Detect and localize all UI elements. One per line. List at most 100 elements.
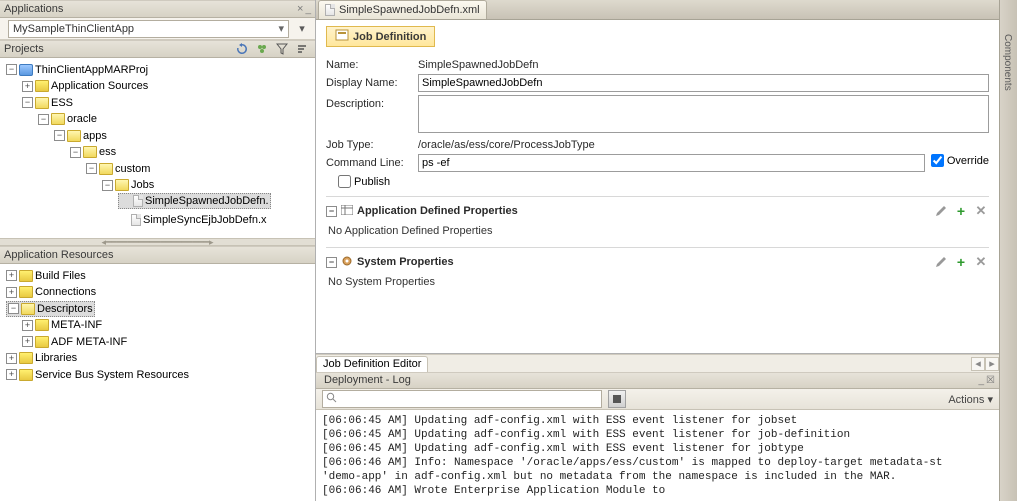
collapse-icon[interactable]: − <box>8 303 19 314</box>
description-label: Description: <box>326 95 418 110</box>
application-selector-value: MySampleThinClientApp <box>13 23 134 35</box>
app-sources-node[interactable]: + Application Sources <box>22 78 148 94</box>
jobs-node[interactable]: − Jobs <box>102 177 154 193</box>
projects-tree[interactable]: − ThinClientAppMARProj + Application Sou… <box>0 58 315 238</box>
leaf-icon <box>118 214 129 225</box>
file-simple-spawned[interactable]: SimpleSpawnedJobDefn. <box>118 193 271 209</box>
connections-node[interactable]: + Connections <box>6 284 96 300</box>
sys-props-heading: System Properties <box>357 256 454 268</box>
app-props-empty: No Application Defined Properties <box>326 219 989 239</box>
file1-label: SimpleSpawnedJobDefn. <box>145 193 269 209</box>
override-checkbox[interactable] <box>931 154 944 167</box>
sys-props-empty: No System Properties <box>326 270 989 290</box>
expand-icon[interactable]: + <box>6 353 17 364</box>
folder-icon <box>35 319 49 331</box>
expand-icon[interactable]: + <box>22 336 33 347</box>
add-button[interactable]: + <box>953 203 969 219</box>
applications-minimize-icon[interactable]: _ <box>305 4 311 15</box>
stop-button[interactable] <box>608 390 626 408</box>
libraries-node[interactable]: + Libraries <box>6 350 77 366</box>
leaf-icon <box>120 196 131 207</box>
bottom-tab-job-def[interactable]: Job Definition Editor <box>316 356 428 372</box>
collapse-icon[interactable]: − <box>326 257 337 268</box>
collapse-icon[interactable]: − <box>22 97 33 108</box>
folder-icon <box>99 163 113 175</box>
edit-button[interactable] <box>933 203 949 219</box>
applications-menu-icon[interactable]: × <box>295 3 305 15</box>
log-search-field[interactable] <box>337 393 598 405</box>
conn-label: Connections <box>35 284 96 300</box>
collapse-icon[interactable]: − <box>326 206 337 217</box>
build-files-node[interactable]: + Build Files <box>6 268 86 284</box>
jobs-label: Jobs <box>131 177 154 193</box>
custom-node[interactable]: − custom <box>86 161 150 177</box>
app-resources-tree[interactable]: + Build Files + Connections − Descriptor… <box>0 264 315 501</box>
application-selector[interactable]: MySampleThinClientApp ▾ <box>8 20 289 38</box>
log-close-icon[interactable]: ☒ <box>986 375 995 386</box>
ess-node[interactable]: − ESS <box>22 95 73 111</box>
app-dropdown-button[interactable]: ▾ <box>293 20 311 38</box>
expand-icon[interactable]: + <box>22 320 33 331</box>
apps-node[interactable]: − apps <box>54 128 107 144</box>
edit-button[interactable] <box>933 254 949 270</box>
delete-button[interactable]: ✕ <box>973 203 989 219</box>
chevron-down-icon: ▾ <box>278 22 284 35</box>
scroll-right-icon[interactable]: ▸ <box>985 357 999 371</box>
project-root-node[interactable]: − ThinClientAppMARProj <box>6 62 148 78</box>
log-minimize-icon[interactable]: _ <box>978 375 984 386</box>
expand-icon[interactable]: + <box>6 270 17 281</box>
expand-icon[interactable]: + <box>22 81 33 92</box>
add-button[interactable]: + <box>953 254 969 270</box>
collapse-icon[interactable]: − <box>102 180 113 191</box>
file-simple-sync[interactable]: SimpleSyncEjbJobDefn.x <box>118 212 267 228</box>
expand-icon[interactable]: + <box>6 287 17 298</box>
collapse-icon[interactable]: − <box>86 163 97 174</box>
ess2-label: ess <box>99 144 116 160</box>
collapse-icon[interactable]: − <box>70 147 81 158</box>
descriptors-node[interactable]: − Descriptors <box>6 301 95 317</box>
folder-icon <box>35 97 49 109</box>
collapse-icon[interactable]: − <box>38 114 49 125</box>
service-bus-node[interactable]: + Service Bus System Resources <box>6 367 189 383</box>
actions-menu[interactable]: Actions ▾ <box>948 393 993 406</box>
tree-h-scroll[interactable]: ◂━━━━━━━━━━━━━━━━━━━▸ <box>0 238 315 246</box>
projects-working-sets-icon[interactable] <box>253 40 271 58</box>
log-body[interactable]: [06:06:45 AM] Updating adf-config.xml wi… <box>316 410 999 501</box>
collapse-icon[interactable]: − <box>6 64 17 75</box>
log-search-input[interactable] <box>322 390 602 408</box>
file-icon <box>131 214 141 226</box>
folder-icon <box>83 146 97 158</box>
applications-title: Applications <box>4 3 295 15</box>
folder-icon <box>19 286 33 298</box>
sbus-label: Service Bus System Resources <box>35 367 189 383</box>
projects-filter-icon[interactable] <box>273 40 291 58</box>
bottom-tab-label: Job Definition Editor <box>323 358 421 370</box>
search-icon <box>326 392 337 406</box>
components-rail-label: Components <box>1002 34 1013 91</box>
projects-refresh-icon[interactable] <box>233 40 251 58</box>
oracle-node[interactable]: − oracle <box>38 111 97 127</box>
expand-icon[interactable]: + <box>6 369 17 380</box>
display-name-input[interactable] <box>418 74 989 92</box>
folder-icon <box>67 130 81 142</box>
project-icon <box>19 64 33 76</box>
applications-panel-header: Applications × _ <box>0 0 315 18</box>
ess-label: ESS <box>51 95 73 111</box>
collapse-icon[interactable]: − <box>54 130 65 141</box>
job-type-label: Job Type: <box>326 136 418 151</box>
projects-sort-icon[interactable] <box>293 40 311 58</box>
command-line-input[interactable] <box>418 154 925 172</box>
file-icon <box>325 4 335 16</box>
components-rail[interactable]: Components <box>999 0 1017 501</box>
adf-meta-inf-node[interactable]: + ADF META-INF <box>22 334 127 350</box>
scroll-left-icon[interactable]: ◂ <box>971 357 985 371</box>
delete-button[interactable]: ✕ <box>973 254 989 270</box>
editor-tab[interactable]: SimpleSpawnedJobDefn.xml <box>318 0 487 19</box>
ess2-node[interactable]: − ess <box>70 144 116 160</box>
description-input[interactable] <box>418 95 989 133</box>
project-root-label: ThinClientAppMARProj <box>35 62 148 78</box>
publish-checkbox[interactable] <box>338 175 351 188</box>
meta-inf-node[interactable]: + META-INF <box>22 317 102 333</box>
folder-icon <box>21 303 35 315</box>
gear-icon <box>341 255 353 270</box>
